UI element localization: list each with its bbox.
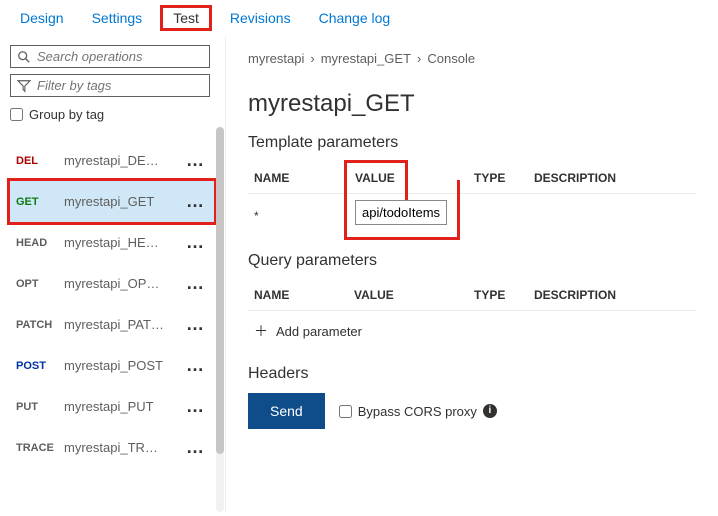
plus-icon: ＋ [254, 321, 268, 341]
sidebar-scrollbar[interactable] [216, 127, 224, 512]
chevron-right-icon: › [417, 51, 421, 66]
query-params-table: NAME VALUE TYPE DESCRIPTION [248, 280, 696, 311]
op-row-put[interactable]: PUT myrestapi_PUT … [10, 386, 214, 427]
op-name: myrestapi_HE… [64, 235, 176, 250]
top-tabs: Design Settings Test Revisions Change lo… [0, 0, 718, 36]
more-icon[interactable]: … [186, 437, 208, 458]
param-type [468, 194, 528, 239]
param-value-cell [348, 194, 468, 239]
info-icon[interactable]: i [483, 404, 497, 418]
add-parameter-button[interactable]: ＋ Add parameter [248, 311, 696, 351]
more-icon[interactable]: … [186, 191, 208, 212]
bypass-cors[interactable]: Bypass CORS proxy i [339, 404, 497, 419]
breadcrumb-item[interactable]: myrestapi [248, 51, 304, 66]
op-name: myrestapi_GET [64, 194, 176, 209]
op-row-patch[interactable]: PATCH myrestapi_PAT… … [10, 304, 214, 345]
add-parameter-label: Add parameter [276, 324, 362, 339]
chevron-right-icon: › [310, 51, 314, 66]
op-name: myrestapi_PAT… [64, 317, 176, 332]
verb-badge: PUT [16, 401, 54, 413]
section-headers: Headers [248, 365, 696, 383]
tab-settings[interactable]: Settings [92, 10, 143, 26]
param-value-input[interactable] [355, 200, 447, 225]
more-icon[interactable]: … [186, 396, 208, 417]
verb-badge: HEAD [16, 237, 54, 249]
main-panel: myrestapi › myrestapi_GET › Console myre… [225, 37, 718, 512]
send-button[interactable]: Send [248, 393, 325, 429]
tab-test[interactable]: Test [160, 5, 212, 31]
table-row: * [248, 194, 696, 239]
section-template-params: Template parameters [248, 134, 696, 152]
template-params-table: NAME VALUE TYPE DESCRIPTION * [248, 162, 696, 238]
search-icon [17, 50, 31, 64]
op-row-opt[interactable]: OPT myrestapi_OP… … [10, 263, 214, 304]
tab-design[interactable]: Design [20, 10, 64, 26]
col-type: TYPE [468, 280, 528, 311]
op-name: myrestapi_OP… [64, 276, 176, 291]
filter-icon [17, 79, 31, 93]
col-name: NAME [248, 280, 348, 311]
more-icon[interactable]: … [186, 150, 208, 171]
param-name: * [248, 194, 348, 239]
more-icon[interactable]: … [186, 355, 208, 376]
verb-badge: PATCH [16, 319, 54, 331]
more-icon[interactable]: … [186, 273, 208, 294]
more-icon[interactable]: … [186, 314, 208, 335]
breadcrumb-item: Console [427, 51, 475, 66]
scroll-thumb[interactable] [216, 127, 224, 454]
op-name: myrestapi_POST [64, 358, 176, 373]
group-by-label: Group by tag [29, 107, 104, 122]
breadcrumb: myrestapi › myrestapi_GET › Console [248, 51, 696, 66]
bypass-label: Bypass CORS proxy [358, 404, 477, 419]
op-name: myrestapi_PUT [64, 399, 176, 414]
footer-row: Send Bypass CORS proxy i [248, 393, 696, 429]
bypass-checkbox[interactable] [339, 405, 352, 418]
verb-badge: OPT [16, 278, 54, 290]
col-description: DESCRIPTION [528, 162, 696, 194]
filter-tags[interactable] [10, 74, 210, 97]
group-by-tag[interactable]: Group by tag [10, 107, 214, 122]
op-row-del[interactable]: DEL myrestapi_DE… … [10, 140, 214, 181]
op-row-head[interactable]: HEAD myrestapi_HE… … [10, 222, 214, 263]
col-name: NAME [248, 162, 348, 194]
search-input[interactable] [37, 49, 203, 64]
group-by-checkbox[interactable] [10, 108, 23, 121]
page-title: myrestapi_GET [248, 90, 696, 118]
tab-changelog[interactable]: Change log [319, 10, 391, 26]
verb-badge: POST [16, 360, 54, 372]
sidebar: Group by tag DEL myrestapi_DE… … GET myr… [0, 37, 225, 512]
op-row-get[interactable]: GET myrestapi_GET … [7, 178, 217, 225]
breadcrumb-item[interactable]: myrestapi_GET [321, 51, 411, 66]
more-icon[interactable]: … [186, 232, 208, 253]
col-description: DESCRIPTION [528, 280, 696, 311]
search-operations[interactable] [10, 45, 210, 68]
col-value: VALUE [348, 280, 468, 311]
filter-input[interactable] [37, 78, 203, 93]
op-name: myrestapi_DE… [64, 153, 176, 168]
verb-badge: TRACE [16, 442, 54, 454]
operations-list: DEL myrestapi_DE… … GET myrestapi_GET … … [10, 140, 214, 468]
section-query-params: Query parameters [248, 252, 696, 270]
op-row-trace[interactable]: TRACE myrestapi_TR… … [10, 427, 214, 468]
verb-badge: GET [16, 196, 54, 208]
op-row-post[interactable]: POST myrestapi_POST … [10, 345, 214, 386]
param-description [528, 194, 696, 239]
tab-revisions[interactable]: Revisions [230, 10, 291, 26]
verb-badge: DEL [16, 155, 54, 167]
col-type: TYPE [468, 162, 528, 194]
op-name: myrestapi_TR… [64, 440, 176, 455]
